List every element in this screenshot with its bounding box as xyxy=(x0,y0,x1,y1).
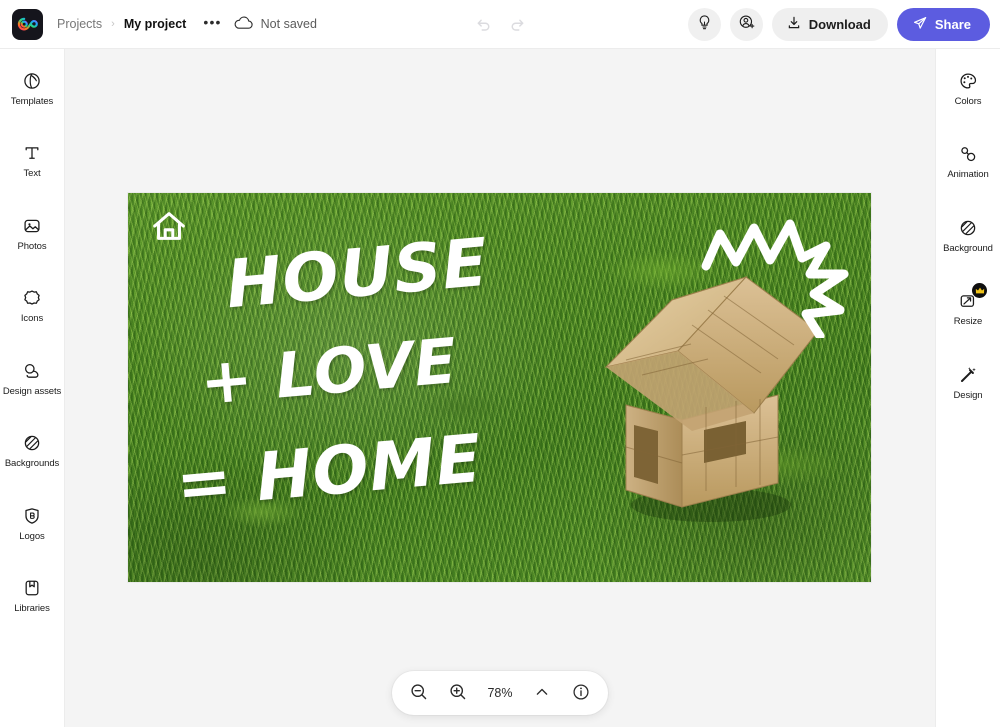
share-button[interactable]: Share xyxy=(896,7,990,41)
sidebar-item-colors[interactable]: Colors xyxy=(937,63,1000,113)
download-button-label: Download xyxy=(808,16,871,32)
editor-body: Templates Text Photos Icons Design asset… xyxy=(0,49,1000,727)
sidebar-item-label: Icons xyxy=(20,313,44,325)
resize-icon xyxy=(957,283,987,312)
artwork-text-line-2[interactable]: + LOVE xyxy=(197,324,460,419)
save-status-label: Not saved xyxy=(260,17,317,31)
libraries-book-icon xyxy=(21,577,43,599)
app-root: Projects › My project ••• Not saved Down… xyxy=(0,0,1000,727)
cloud-icon xyxy=(234,16,253,33)
sidebar-item-design[interactable]: Design xyxy=(937,357,1000,407)
sidebar-item-design-assets[interactable]: Design assets xyxy=(1,353,64,403)
crown-icon xyxy=(972,283,987,299)
sidebar-item-libraries[interactable]: Libraries xyxy=(1,570,64,620)
animation-icon xyxy=(957,143,979,165)
background-hatch-icon xyxy=(957,217,979,239)
sidebar-item-background[interactable]: Background xyxy=(937,210,1000,260)
canvas-workspace[interactable]: HOUSE + LOVE = HOME 78% xyxy=(65,49,935,727)
chevron-up-icon xyxy=(534,684,550,703)
download-icon xyxy=(786,15,802,34)
breadcrumb-current-project[interactable]: My project xyxy=(124,17,187,31)
breadcrumb-separator-icon: › xyxy=(111,18,115,30)
project-more-menu-button[interactable]: ••• xyxy=(203,15,221,33)
templates-icon xyxy=(21,70,43,92)
lightbulb-icon xyxy=(696,14,713,34)
sidebar-item-icons[interactable]: Icons xyxy=(1,280,64,330)
ideas-button[interactable] xyxy=(687,7,721,41)
info-circle-icon xyxy=(571,682,591,705)
save-status: Not saved xyxy=(234,16,317,33)
zoom-out-icon xyxy=(409,682,429,705)
left-sidebar: Templates Text Photos Icons Design asset… xyxy=(0,49,65,727)
sidebar-item-label: Backgrounds xyxy=(4,458,60,470)
icons-shape-icon xyxy=(21,287,43,309)
undo-icon[interactable] xyxy=(471,12,495,36)
adobe-express-logo-icon[interactable] xyxy=(12,8,43,40)
right-sidebar: Colors Animation Background Resize Desig… xyxy=(935,49,1000,727)
artwork-text-line-3[interactable]: = HOME xyxy=(173,420,485,523)
zoom-out-button[interactable] xyxy=(407,681,431,705)
sidebar-item-label: Background xyxy=(943,242,993,254)
send-plane-icon xyxy=(912,15,928,34)
sidebar-item-templates[interactable]: Templates xyxy=(1,63,64,113)
sidebar-item-label: Libraries xyxy=(14,603,50,615)
download-button[interactable]: Download xyxy=(771,7,888,41)
logos-badge-icon xyxy=(21,505,43,527)
sidebar-item-backgrounds[interactable]: Backgrounds xyxy=(1,425,64,475)
invite-button[interactable] xyxy=(729,7,763,41)
zoom-level-value[interactable]: 78% xyxy=(485,686,515,700)
invite-person-icon xyxy=(738,14,755,34)
share-button-label: Share xyxy=(934,16,971,32)
photos-image-icon xyxy=(21,215,43,237)
sidebar-item-animation[interactable]: Animation xyxy=(937,136,1000,186)
sidebar-item-label: Logos xyxy=(19,530,45,542)
sidebar-item-label: Animation xyxy=(947,169,989,181)
sidebar-item-label: Resize xyxy=(953,316,983,328)
sidebar-item-text[interactable]: Text xyxy=(1,135,64,185)
sidebar-item-label: Colors xyxy=(954,96,982,107)
breadcrumb-projects-link[interactable]: Projects xyxy=(57,17,102,31)
zoom-toolbar: 78% xyxy=(392,671,608,715)
zoom-menu-button[interactable] xyxy=(530,681,554,705)
zoom-in-button[interactable] xyxy=(446,681,470,705)
header-actions: Download Share xyxy=(687,7,990,41)
artwork-text-layer: HOUSE + LOVE = HOME xyxy=(128,193,871,582)
sidebar-item-label: Photos xyxy=(17,240,47,252)
sidebar-item-label: Design xyxy=(953,389,983,401)
canvas-info-button[interactable] xyxy=(569,681,593,705)
color-palette-icon xyxy=(957,70,979,92)
magic-wand-icon xyxy=(957,364,979,386)
sidebar-item-resize[interactable]: Resize xyxy=(937,283,1000,333)
app-header: Projects › My project ••• Not saved Down… xyxy=(0,0,1000,49)
text-t-icon xyxy=(21,142,43,164)
breadcrumb: Projects › My project ••• xyxy=(57,15,222,33)
design-assets-icon xyxy=(21,360,43,382)
artboard[interactable]: HOUSE + LOVE = HOME xyxy=(128,193,871,582)
sidebar-item-label: Templates xyxy=(10,96,54,107)
sidebar-item-photos[interactable]: Photos xyxy=(1,208,64,258)
sidebar-item-label: Design assets xyxy=(2,385,62,397)
artwork-text-line-1[interactable]: HOUSE xyxy=(223,224,491,324)
sidebar-item-label: Text xyxy=(23,168,41,180)
backgrounds-hatch-icon xyxy=(21,432,43,454)
sidebar-item-logos[interactable]: Logos xyxy=(1,498,64,548)
redo-icon[interactable] xyxy=(505,12,529,36)
zoom-in-icon xyxy=(448,682,468,705)
